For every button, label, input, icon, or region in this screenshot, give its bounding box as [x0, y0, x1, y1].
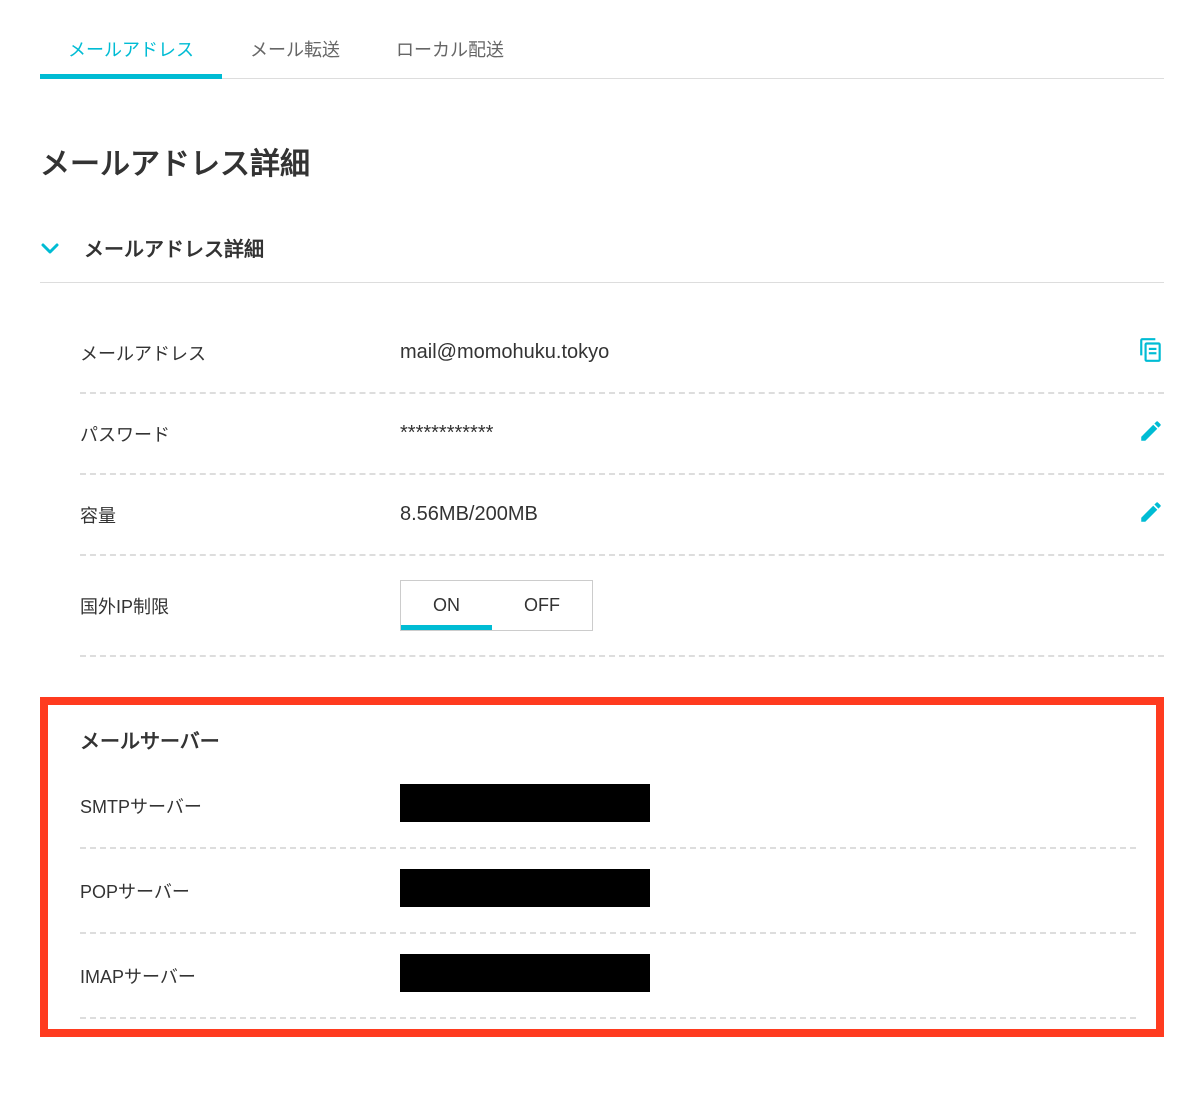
row-imap: IMAPサーバー	[80, 934, 1136, 1019]
label-smtp: SMTPサーバー	[80, 793, 400, 819]
value-pop	[400, 869, 1136, 912]
tab-local-delivery[interactable]: ローカル配送	[368, 20, 532, 78]
label-email: メールアドレス	[80, 340, 400, 366]
mail-server-section: メールサーバー SMTPサーバー POPサーバー IMAPサーバー	[40, 697, 1164, 1037]
value-imap	[400, 954, 1136, 997]
row-ip-restriction: 国外IP制限 ON OFF	[80, 556, 1164, 657]
row-pop: POPサーバー	[80, 849, 1136, 934]
row-smtp: SMTPサーバー	[80, 764, 1136, 849]
row-email: メールアドレス mail@momohuku.tokyo	[80, 313, 1164, 394]
value-smtp	[400, 784, 1136, 827]
value-ip-restriction: ON OFF	[400, 580, 1164, 631]
toggle-off-button[interactable]: OFF	[492, 581, 592, 630]
redacted-block	[400, 869, 650, 907]
tab-label: ローカル配送	[396, 40, 504, 60]
edit-password-button[interactable]	[1124, 418, 1164, 449]
label-capacity: 容量	[80, 502, 400, 528]
redacted-block	[400, 954, 650, 992]
label-password: パスワード	[80, 421, 400, 447]
value-email: mail@momohuku.tokyo	[400, 341, 1124, 364]
detail-rows: メールアドレス mail@momohuku.tokyo パスワード ******…	[40, 313, 1164, 657]
label-ip-restriction: 国外IP制限	[80, 593, 400, 619]
redacted-block	[400, 784, 650, 822]
page-title: メールアドレス詳細	[40, 139, 1164, 183]
tab-label: メールアドレス	[68, 40, 194, 60]
label-imap: IMAPサーバー	[80, 963, 400, 989]
server-section-title: メールサーバー	[80, 725, 1136, 754]
tabs-container: メールアドレス メール転送 ローカル配送	[40, 20, 1164, 79]
value-capacity: 8.56MB/200MB	[400, 503, 1124, 526]
value-password: ************	[400, 422, 1124, 445]
pencil-icon	[1138, 418, 1164, 444]
edit-capacity-button[interactable]	[1124, 499, 1164, 530]
copy-icon	[1138, 337, 1164, 363]
chevron-down-icon	[40, 241, 60, 255]
section-header[interactable]: メールアドレス詳細	[40, 233, 1164, 283]
tab-mail-address[interactable]: メールアドレス	[40, 20, 222, 78]
row-capacity: 容量 8.56MB/200MB	[80, 475, 1164, 556]
tab-label: メール転送	[250, 40, 340, 60]
tab-mail-forward[interactable]: メール転送	[222, 20, 368, 78]
row-password: パスワード ************	[80, 394, 1164, 475]
section-title: メールアドレス詳細	[84, 233, 264, 262]
pencil-icon	[1138, 499, 1164, 525]
label-pop: POPサーバー	[80, 878, 400, 904]
toggle-group: ON OFF	[400, 580, 593, 631]
copy-button[interactable]	[1124, 337, 1164, 368]
toggle-on-button[interactable]: ON	[401, 581, 492, 630]
